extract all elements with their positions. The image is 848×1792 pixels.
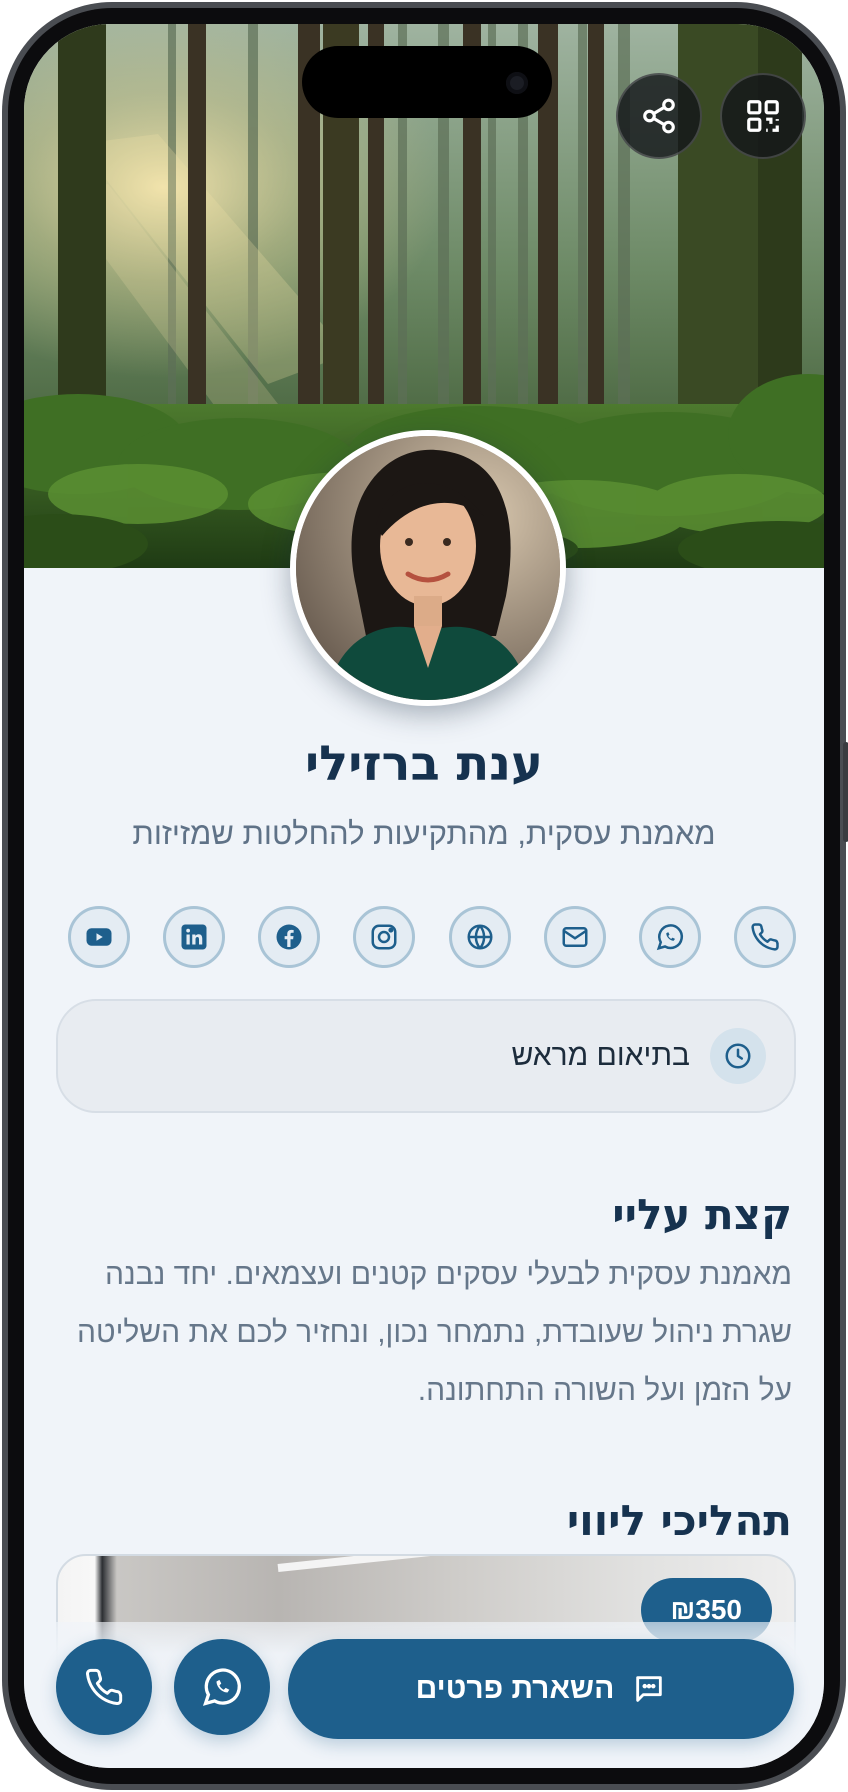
whatsapp-icon [202,1668,241,1706]
youtube-button[interactable] [68,906,131,968]
phone-icon [86,1668,123,1705]
about-text: מאמנת עסקית לבעלי עסקים קטנים ועצמאים. י… [77,1258,792,1407]
leave-details-label: השארת פרטים [415,1672,615,1705]
mail-icon [562,927,588,947]
screen: ענת ברזילי מאמנת עסקית, מהתקיעות להחלטות… [24,24,824,1768]
share-icon [643,98,675,134]
clock-icon [710,1028,766,1084]
camera-dot [506,72,528,94]
whatsapp-button[interactable] [638,906,701,968]
whatsapp-icon [656,924,683,951]
share-button[interactable] [616,73,702,159]
portrait-illustration [296,436,560,700]
whatsapp-fab[interactable] [174,1639,270,1735]
qr-code-icon [747,100,779,132]
leave-details-button[interactable]: השארת פרטים [288,1639,794,1739]
service-card-image [277,1556,794,1572]
instagram-icon [371,924,397,950]
profile-avatar [290,430,566,706]
side-button [843,742,848,842]
dynamic-island [302,46,552,118]
social-links [68,906,796,968]
phone-icon [751,923,779,951]
phone-bezel: ענת ברזילי מאמנת עסקית, מהתקיעות להחלטות… [8,8,840,1784]
linkedin-button[interactable] [163,906,226,968]
linkedin-icon [181,924,207,950]
youtube-icon [86,928,112,946]
availability-box: בתיאום מראש [56,999,796,1113]
phone-button[interactable] [734,906,796,968]
facebook-button[interactable] [258,906,321,968]
facebook-icon [276,924,302,950]
email-button[interactable] [543,906,606,968]
profile-name: ענת ברזילי [305,736,543,792]
phone-fab[interactable] [56,1639,152,1735]
globe-icon [467,924,493,950]
bottom-action-bar: השארת פרטים [24,1622,824,1768]
instagram-button[interactable] [353,906,416,968]
message-icon [636,1676,663,1702]
services-heading: תהליכי ליווי [566,1496,792,1545]
phone-frame: ענת ברזילי מאמנת עסקית, מהתקיעות להחלטות… [2,2,848,1790]
profile-tagline: מאמנת עסקית, מהתקיעות להחלטות שמזיזות [132,816,716,851]
about-heading: קצת עליי [612,1190,792,1239]
website-button[interactable] [448,906,511,968]
qr-code-button[interactable] [720,73,806,159]
availability-text: בתיאום מראש [511,1039,690,1072]
